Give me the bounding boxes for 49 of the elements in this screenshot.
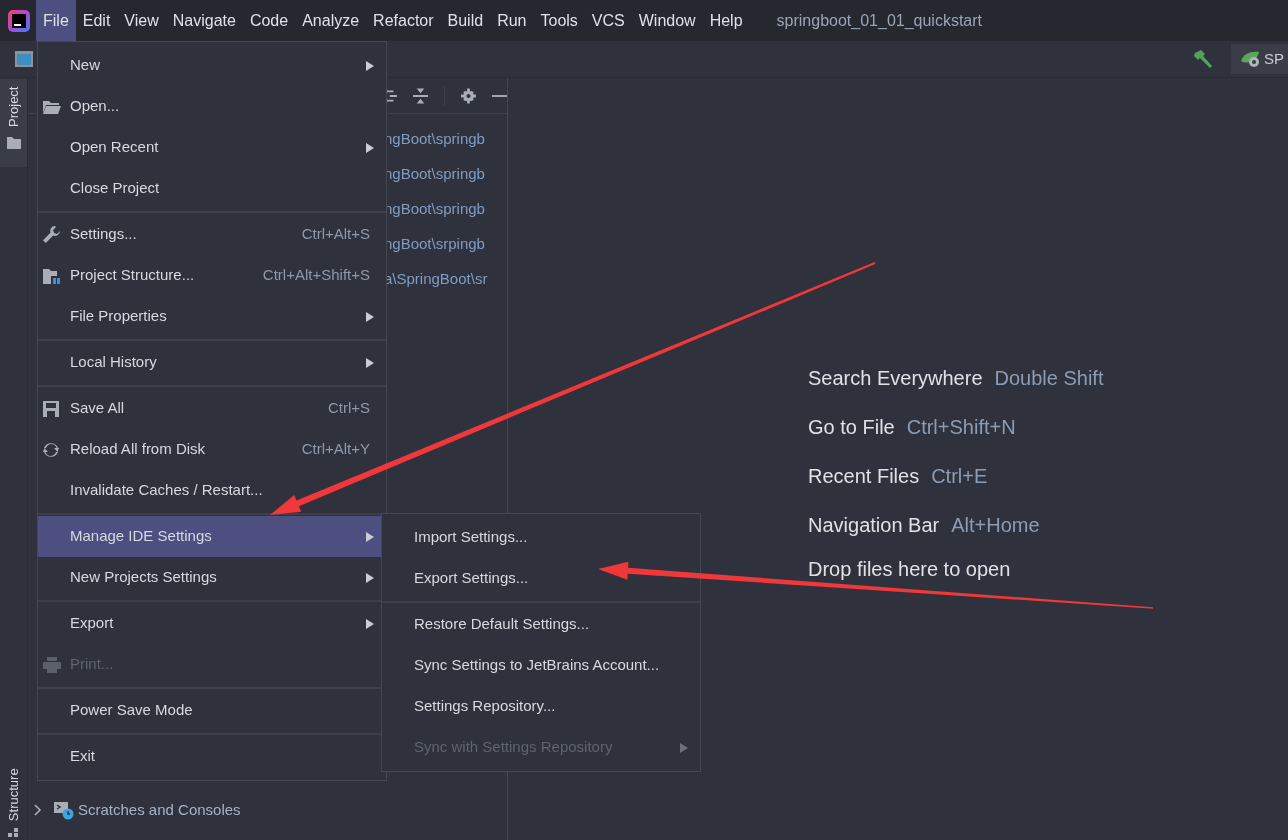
tool-window-tab[interactable]: Project <box>0 79 27 167</box>
menu-item[interactable]: Project Structure... Ctrl+Alt+Shift+S <box>38 255 386 296</box>
run-configuration-button[interactable]: SP <box>1231 44 1288 74</box>
project-path[interactable]: ngBoot\springb <box>384 128 485 151</box>
project-path[interactable]: ngBoot\springb <box>384 198 485 221</box>
menu-bar-item[interactable]: Tools <box>533 0 585 41</box>
menu-item[interactable]: Settings Repository... <box>382 686 700 727</box>
shortcut: Ctrl+Alt+Shift+S <box>262 265 370 286</box>
shortcut: Ctrl+S <box>327 398 370 419</box>
hint-action: Recent Files <box>808 463 920 489</box>
hint-shortcut: Ctrl+E <box>931 463 988 489</box>
project-path[interactable]: ngBoot\springb <box>384 163 485 186</box>
menu-bar-item[interactable]: Edit <box>75 0 118 41</box>
hint-shortcut: Double Shift <box>994 365 1104 391</box>
menu-bar-item[interactable]: View <box>117 0 166 41</box>
menu-item[interactable]: Local History <box>38 342 386 383</box>
menu-bar-item[interactable]: Analyze <box>295 0 367 41</box>
menu-bar-item[interactable]: Refactor <box>366 0 441 41</box>
menu-item[interactable]: Close Project <box>38 168 386 209</box>
tree-item[interactable]: Scratches and Consoles <box>78 798 241 822</box>
hint-action: Go to File <box>808 414 895 440</box>
menu-bar-item[interactable]: Help <box>702 0 750 41</box>
menu-item[interactable]: Reload All from Disk Ctrl+Alt+Y <box>38 429 386 470</box>
menu-bar-item[interactable]: Build <box>440 0 491 41</box>
tool-window-tab[interactable]: Structure <box>0 758 27 838</box>
shortcut: Ctrl+Alt+S <box>301 224 370 245</box>
menu-bar-item[interactable]: Window <box>631 0 703 41</box>
menu-bar-item[interactable]: VCS <box>584 0 632 41</box>
project-path[interactable]: ngBoot\srpingb <box>384 233 485 256</box>
menu-bar-item[interactable]: File <box>36 0 76 41</box>
project-title: springboot_01_01_quickstart <box>776 10 983 31</box>
shortcut: Ctrl+Alt+Y <box>301 439 370 460</box>
menu-bar-item[interactable]: Navigate <box>165 0 243 41</box>
menu-bar-item[interactable]: Code <box>242 0 296 41</box>
menu-item[interactable]: New <box>38 45 386 86</box>
drop-files-hint: Drop files here to open <box>808 559 1011 579</box>
menu-item[interactable]: Settings... Ctrl+Alt+S <box>38 214 386 255</box>
hint-action: Search Everywhere <box>808 365 983 391</box>
menu-bar-item[interactable]: Run <box>490 0 534 41</box>
hint-shortcut: Ctrl+Shift+N <box>906 414 1016 440</box>
menu-item[interactable]: Open Recent <box>38 127 386 168</box>
menu-item[interactable]: Invalidate Caches / Restart... <box>38 470 386 511</box>
project-path[interactable]: a\SpringBoot\sr <box>384 268 488 291</box>
hint-shortcut: Alt+Home <box>951 512 1040 538</box>
menu-item[interactable]: Sync Settings to JetBrains Account... <box>382 645 700 686</box>
menu-item[interactable]: Open... <box>38 86 386 127</box>
menu-item[interactable]: File Properties <box>38 296 386 337</box>
hint-action: Navigation Bar <box>808 512 940 538</box>
menu-item[interactable]: Save All Ctrl+S <box>38 388 386 429</box>
